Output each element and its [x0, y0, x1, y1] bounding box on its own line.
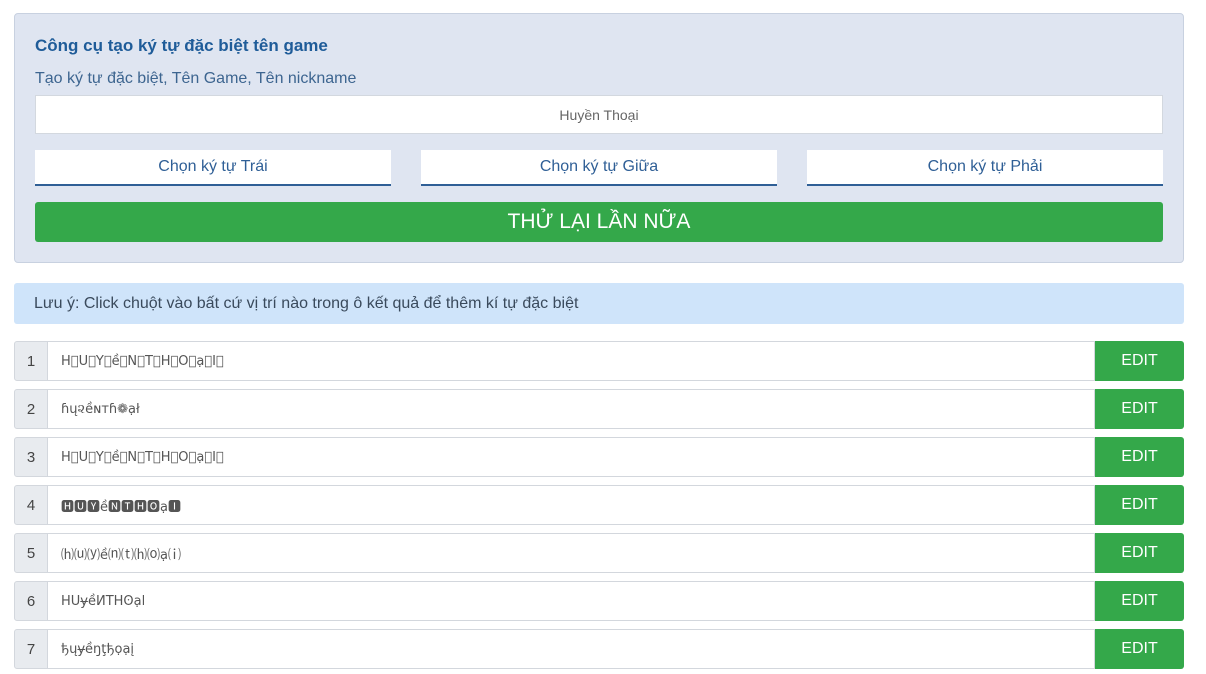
result-row: 6 HUɏềИTHʘạl EDIT [14, 581, 1184, 621]
tool-title: Công cụ tạo ký tự đặc biệt tên game [35, 36, 328, 55]
edit-button[interactable]: EDIT [1095, 533, 1184, 573]
result-row: 3 H⃞U⃞Y⃞ề⃞N⃞T⃞H⃞O⃞ạ⃞I⃞ EDIT [14, 437, 1184, 477]
result-text[interactable]: ɦų૨ềɴтɦ❁ạł [48, 389, 1095, 429]
edit-button[interactable]: EDIT [1095, 341, 1184, 381]
edit-button[interactable]: EDIT [1095, 389, 1184, 429]
note-bar: Lưu ý: Click chuột vào bất cứ vị trí nào… [14, 283, 1184, 324]
result-number: 5 [14, 533, 48, 573]
result-text[interactable]: ⒣⒰⒴ề⒩⒯⒣⒪ạ⒤ [48, 533, 1095, 573]
select-left-char[interactable]: Chọn ký tự Trái [35, 150, 391, 186]
result-number: 3 [14, 437, 48, 477]
result-number: 7 [14, 629, 48, 669]
result-row: 2 ɦų૨ềɴтɦ❁ạł EDIT [14, 389, 1184, 429]
result-row: 1 H⃞U⃞Y⃞ề⃞N⃞T⃞H⃞O⃞ạ⃞I⃞ EDIT [14, 341, 1184, 381]
result-text[interactable]: H⃞U⃞Y⃞ề⃞N⃞T⃞H⃞O⃞ạ⃞I⃞ [48, 437, 1095, 477]
select-middle-char[interactable]: Chọn ký tự Giữa [421, 150, 777, 186]
retry-button[interactable]: THỬ LẠI LẦN NỮA [35, 202, 1163, 242]
result-row: 7 ђųɏềŋţђọạį EDIT [14, 629, 1184, 669]
result-number: 4 [14, 485, 48, 525]
result-text[interactable]: HUɏềИTHʘạl [48, 581, 1095, 621]
select-right-char[interactable]: Chọn ký tự Phải [807, 150, 1163, 186]
edit-button[interactable]: EDIT [1095, 629, 1184, 669]
result-row: 5 ⒣⒰⒴ề⒩⒯⒣⒪ạ⒤ EDIT [14, 533, 1184, 573]
result-number: 6 [14, 581, 48, 621]
result-text[interactable]: H⃞U⃞Y⃞ề⃞N⃞T⃞H⃞O⃞ạ⃞I⃞ [48, 341, 1095, 381]
result-row: 4 🅷🆄🆈ề🅽🆃🅷🅾ạ🅸 EDIT [14, 485, 1184, 525]
edit-button[interactable]: EDIT [1095, 581, 1184, 621]
name-input[interactable] [35, 95, 1163, 134]
result-text[interactable]: ђųɏềŋţђọạį [48, 629, 1095, 669]
tool-subtitle: Tạo ký tự đặc biệt, Tên Game, Tên nickna… [35, 70, 357, 87]
edit-button[interactable]: EDIT [1095, 437, 1184, 477]
result-text[interactable]: 🅷🆄🆈ề🅽🆃🅷🅾ạ🅸 [48, 485, 1095, 525]
result-number: 1 [14, 341, 48, 381]
result-number: 2 [14, 389, 48, 429]
tool-panel: Công cụ tạo ký tự đặc biệt tên game Tạo … [14, 13, 1184, 263]
edit-button[interactable]: EDIT [1095, 485, 1184, 525]
